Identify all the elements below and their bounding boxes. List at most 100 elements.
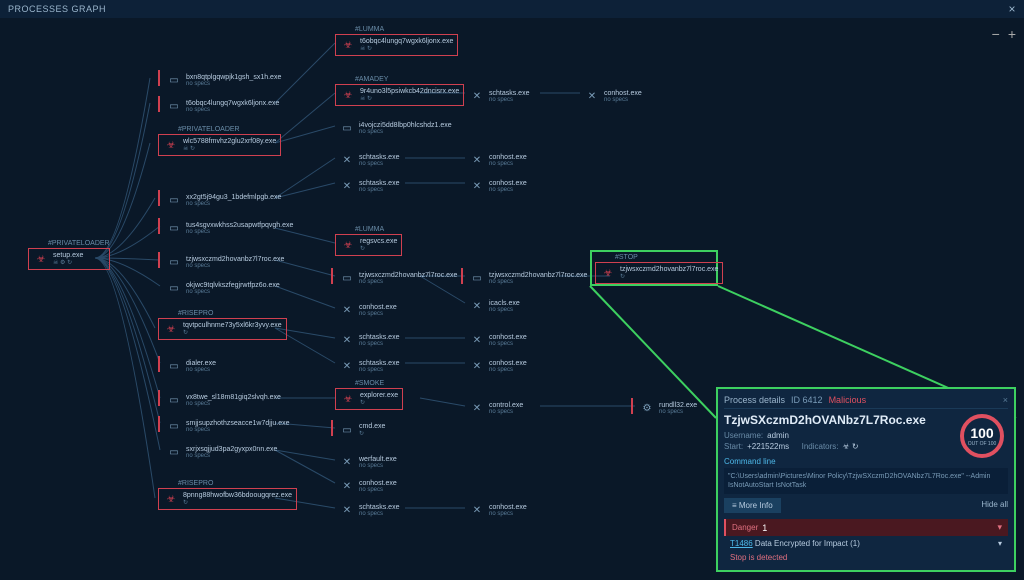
process-node[interactable]: ▭tzjwsxczmd2hovanbz7l7roc.exeno specs xyxy=(162,252,288,272)
process-id: ID 6412 xyxy=(791,395,823,405)
process-node[interactable]: ✕conhost.exeno specs xyxy=(335,300,401,320)
tool-icon: ✕ xyxy=(339,502,355,518)
process-node[interactable]: ▭i4vojczi5dd8lbp0hlcshdz1.exeno specs xyxy=(335,118,456,138)
chevron-down-icon: ▾ xyxy=(997,522,1002,533)
tool-icon: ✕ xyxy=(339,178,355,194)
biohazard-icon: ☣ xyxy=(340,237,356,253)
biohazard-icon: ☣ xyxy=(340,391,356,407)
header-title: PROCESSES GRAPH xyxy=(8,4,106,14)
panel-heading: Process details xyxy=(724,395,785,405)
window-icon: ▭ xyxy=(166,358,182,374)
window-icon: ▭ xyxy=(469,270,485,286)
biohazard-icon: ☣ xyxy=(600,265,616,281)
window-icon: ▭ xyxy=(339,270,355,286)
window-icon: ▭ xyxy=(339,120,355,136)
window-icon: ▭ xyxy=(166,418,182,434)
process-node[interactable]: ✕conhost.exeno specs xyxy=(465,330,531,350)
process-node[interactable]: ▭tzjwsxczmd2hovanbz7l7roc.exeno specs xyxy=(465,268,591,288)
process-node[interactable]: ▭cmd.exe↻ xyxy=(335,420,389,440)
detection-note: Stop is detected xyxy=(724,551,1008,564)
panel-close-icon[interactable]: × xyxy=(1003,395,1008,405)
tool-icon: ✕ xyxy=(469,502,485,518)
window-icon: ▭ xyxy=(166,220,182,236)
process-node[interactable]: ✕schtasks.exeno specs xyxy=(465,86,533,106)
process-node[interactable]: ▭dialer.exeno specs xyxy=(162,356,220,376)
more-info-button[interactable]: ≡ More Info xyxy=(724,498,781,513)
process-node[interactable]: ▭bxn8qtplgqwpjk1gsh_sx1h.exeno specs xyxy=(162,70,285,90)
process-node[interactable]: ✕control.exeno specs xyxy=(465,398,527,418)
process-node[interactable]: ▭tus4sgvxwkhss2usapwtfpqvgh.exeno specs xyxy=(162,218,297,238)
tool-icon: ✕ xyxy=(339,454,355,470)
window-icon: ▭ xyxy=(166,72,182,88)
process-node[interactable]: ✕conhost.exeno specs xyxy=(465,176,531,196)
process-node[interactable]: ▭xx2gt5j94gu3_1bdefmlpgb.exeno specs xyxy=(162,190,285,210)
graph-canvas[interactable]: − + xyxy=(0,18,1024,580)
tool-icon: ✕ xyxy=(339,478,355,494)
mitre-technique-item[interactable]: T1486 Data Encrypted for Impact (1) ▾ xyxy=(724,536,1008,551)
window-icon: ▭ xyxy=(166,280,182,296)
process-node[interactable]: ✕conhost.exeno specs xyxy=(335,476,401,496)
window-icon: ▭ xyxy=(166,444,182,460)
biohazard-icon: ☣ xyxy=(340,37,356,53)
window-icon: ▭ xyxy=(166,254,182,270)
zoom-out-button[interactable]: − xyxy=(992,26,1000,42)
process-node[interactable]: ✕schtasks.exeno specs xyxy=(335,500,403,520)
process-node[interactable]: ▭okjwc9tqlvkszfegjrwtfpz6o.exeno specs xyxy=(162,278,284,298)
malicious-badge: Malicious xyxy=(829,395,867,405)
process-node[interactable]: ✕conhost.exeno specs xyxy=(465,356,531,376)
tool-icon: ✕ xyxy=(469,332,485,348)
window-icon: ▭ xyxy=(166,98,182,114)
biohazard-icon: ☣ xyxy=(163,137,179,153)
window-header: PROCESSES GRAPH × xyxy=(0,0,1024,18)
command-line-label: Command line xyxy=(724,457,1008,466)
process-node[interactable]: ▭vx8twe_sl18m81giq2slvqh.exeno specs xyxy=(162,390,285,410)
process-node[interactable]: ✕schtasks.exeno specs xyxy=(335,330,403,350)
tool-icon: ✕ xyxy=(584,88,600,104)
tool-icon: ✕ xyxy=(469,400,485,416)
gear-icon: ⚙ xyxy=(639,400,655,416)
hide-all-link[interactable]: Hide all xyxy=(981,500,1008,509)
biohazard-icon: ☣ xyxy=(340,87,356,103)
threat-score: 100 OUT OF 100 xyxy=(960,414,1004,458)
terminal-icon: ▭ xyxy=(339,422,355,438)
node-root[interactable]: #PRIVATELOADER ☣ setup.exe☠ ⚙ ↻ xyxy=(28,240,110,270)
process-node[interactable]: ▭t6obqc4lungq7wgxk6ljonx.exeno specs xyxy=(162,96,283,116)
process-node[interactable]: ✕werfault.exeno specs xyxy=(335,452,401,472)
process-node[interactable]: ✕schtasks.exeno specs xyxy=(335,150,403,170)
biohazard-icon: ☣ xyxy=(33,251,49,267)
process-node[interactable]: #LUMMA☣t6obqc4lungq7wgxk6ljonx.exe☠ ↻ xyxy=(335,26,458,56)
window-icon: ▭ xyxy=(166,392,182,408)
process-node[interactable]: #RISEPRO☣tqvtpculhnme73y5xl6kr3yvy.exe↻ xyxy=(158,310,287,340)
process-node[interactable]: #PRIVATELOADER☣wlc5788fmvhz2glu2xrf08y.e… xyxy=(158,126,281,156)
tool-icon: ✕ xyxy=(469,88,485,104)
command-line-text: "C:\Users\admin\Pictures\Minor Policy\Tz… xyxy=(724,468,1008,494)
window-icon: ▭ xyxy=(166,192,182,208)
node-stop[interactable]: #STOP ☣tzjwsxczmd2hovanbz7l7roc.exe↻ xyxy=(595,254,723,284)
process-node[interactable]: ▭sxrjxsqjjud3pa2gyxpx0nn.exeno specs xyxy=(162,442,281,462)
process-node[interactable]: ✕conhost.exeno specs xyxy=(580,86,646,106)
process-node[interactable]: ✕conhost.exeno specs xyxy=(465,500,531,520)
process-node[interactable]: ✕schtasks.exeno specs xyxy=(335,356,403,376)
biohazard-icon: ☣ xyxy=(163,491,179,507)
tool-icon: ✕ xyxy=(339,152,355,168)
process-node[interactable]: #SMOKE☣explorer.exe↻ xyxy=(335,380,403,410)
tool-icon: ✕ xyxy=(339,332,355,348)
tool-icon: ✕ xyxy=(469,298,485,314)
close-icon[interactable]: × xyxy=(1008,2,1016,16)
tool-icon: ✕ xyxy=(339,302,355,318)
process-node[interactable]: ✕icacls.exeno specs xyxy=(465,296,524,316)
tool-icon: ✕ xyxy=(339,358,355,374)
process-node[interactable]: #RISEPRO☣8pnng88hwofbw36bdoougqrez.exe↻ xyxy=(158,480,297,510)
process-node[interactable]: #LUMMA☣regsvcs.exe↻ xyxy=(335,226,402,256)
process-node[interactable]: ✕conhost.exeno specs xyxy=(465,150,531,170)
process-node[interactable]: ⚙rundll32.exeno specs xyxy=(635,398,701,418)
process-node[interactable]: ✕schtasks.exeno specs xyxy=(335,176,403,196)
process-node[interactable]: #AMADEY☣9r4uno3l5psiwkcb42dncisrx.exe☠ ↻ xyxy=(335,76,464,106)
tool-icon: ✕ xyxy=(469,152,485,168)
zoom-in-button[interactable]: + xyxy=(1008,26,1016,42)
process-details-panel: Process details ID 6412 Malicious × Tzjw… xyxy=(716,387,1016,572)
node-tag: #PRIVATELOADER xyxy=(48,240,110,247)
process-node[interactable]: ▭tzjwsxczmd2hovanbz7l7roc.exeno specs xyxy=(335,268,461,288)
process-node[interactable]: ▭smjjsupzhothzseacce1w7djju.exeno specs xyxy=(162,416,294,436)
danger-section-toggle[interactable]: Danger 1 ▾ xyxy=(724,519,1008,536)
